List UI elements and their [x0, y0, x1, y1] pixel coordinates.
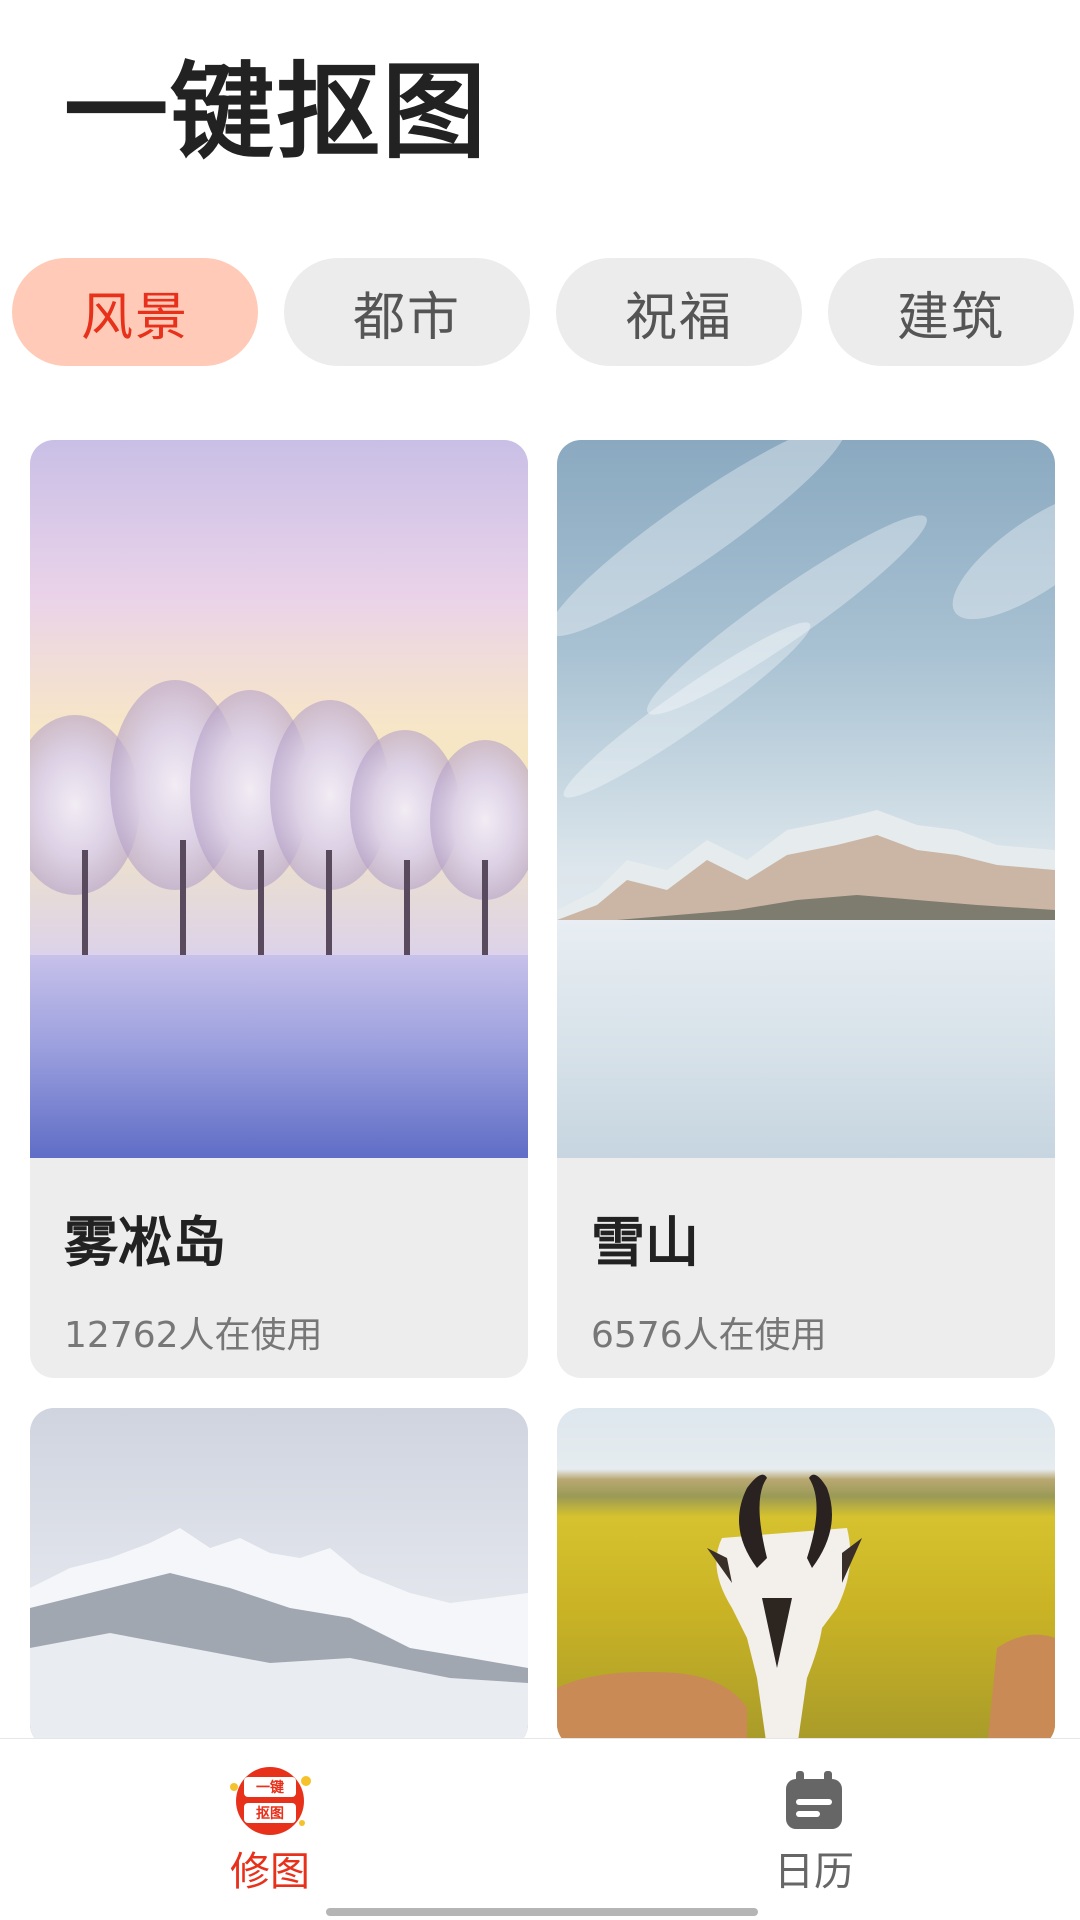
- tree-trunk: [180, 840, 186, 955]
- usage-count: 6576人在使用: [591, 1315, 827, 1356]
- tree-trunk: [482, 860, 488, 955]
- logo-text-top: 一键: [256, 1779, 285, 1796]
- usage-count: 12762人在使用: [64, 1315, 323, 1356]
- template-card-rime-island[interactable]: 雾凇岛 12762人在使用: [30, 440, 528, 1378]
- nav-calendar[interactable]: 日历: [664, 1739, 964, 1895]
- snow-slope: [557, 920, 1055, 1158]
- tree-trunk: [326, 850, 332, 955]
- tree-trunk: [258, 850, 264, 955]
- tree-trunk: [404, 860, 410, 955]
- tab-architecture[interactable]: 建筑: [828, 258, 1074, 366]
- tab-blessing[interactable]: 祝福: [556, 258, 802, 366]
- template-card-snow-mountain[interactable]: 雪山 6576人在使用: [557, 440, 1055, 1378]
- category-tabs: 风景 都市 祝福 建筑: [12, 258, 1074, 368]
- template-name: 雾凇岛: [64, 1211, 226, 1274]
- template-thumbnail: [557, 1408, 1055, 1748]
- template-thumbnail: [30, 1408, 528, 1748]
- app-screen: 一键抠图 风景 都市 祝福 建筑 雾凇岛 12762人在使用 雪山 6576人在…: [0, 0, 1080, 1920]
- page-title: 一键抠图: [64, 51, 489, 173]
- snow-field: [30, 955, 528, 1158]
- nav-label-calendar: 日历: [774, 1849, 854, 1895]
- tab-city[interactable]: 都市: [284, 258, 530, 366]
- bottom-navigation: 一键 抠图 修图 日历: [0, 1738, 1080, 1920]
- home-indicator[interactable]: [326, 1908, 758, 1916]
- nav-edit[interactable]: 一键 抠图 修图: [120, 1739, 420, 1895]
- cutout-logo-icon: 一键 抠图: [230, 1767, 311, 1835]
- cloud-streak: [557, 607, 822, 813]
- cloud-streak: [557, 440, 862, 658]
- calendar-icon: [786, 1771, 842, 1829]
- template-thumbnail: [557, 440, 1055, 1158]
- card-info: 雾凇岛 12762人在使用: [30, 1158, 528, 1378]
- template-card-gazelle[interactable]: [557, 1408, 1055, 1748]
- frosted-tree: [430, 740, 528, 900]
- card-info: 雪山 6576人在使用: [557, 1158, 1055, 1378]
- template-name: 雪山: [591, 1211, 699, 1274]
- logo-text-bottom: 抠图: [256, 1805, 284, 1822]
- tab-scenery[interactable]: 风景: [12, 258, 258, 366]
- tree-trunk: [82, 850, 88, 955]
- nav-label-edit: 修图: [230, 1849, 310, 1895]
- gazelle-figure: [557, 1474, 1055, 1748]
- template-thumbnail: [30, 440, 528, 1158]
- alps-silhouette: [30, 1528, 528, 1748]
- template-card-alps[interactable]: [30, 1408, 528, 1748]
- cloud-streak: [935, 468, 1055, 642]
